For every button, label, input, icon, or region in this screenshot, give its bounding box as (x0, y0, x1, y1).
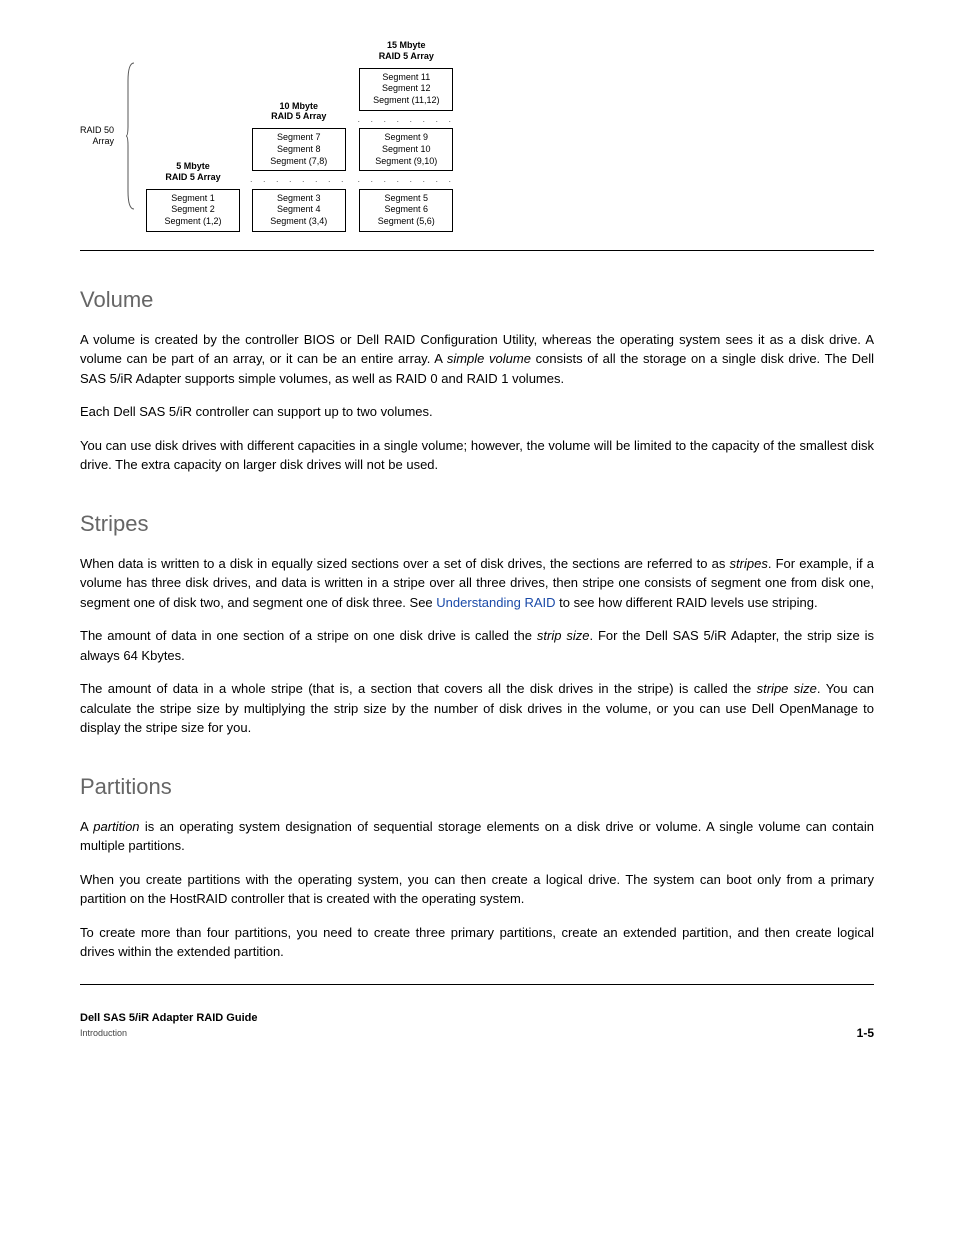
stripes-p2: The amount of data in one section of a s… (80, 626, 874, 665)
c3b1l3: Segment (11,12) (373, 95, 439, 105)
col3-box3: Segment 5 Segment 6 Segment (5,6) (359, 189, 453, 232)
col2-dots: . . . . . . . . (250, 173, 348, 187)
col2-header: 10 Mbyte RAID 5 Array (271, 101, 326, 123)
heading-volume: Volume (80, 283, 874, 316)
figure-col-3: 15 Mbyte RAID 5 Array Segment 11 Segment… (358, 40, 456, 232)
figure-col-2: 10 Mbyte RAID 5 Array Segment 7 Segment … (250, 101, 348, 232)
col2-header-l1: 10 Mbyte (280, 101, 319, 111)
stripes-p2b: strip size (537, 628, 590, 643)
volume-p2: Each Dell SAS 5/iR controller can suppor… (80, 402, 874, 422)
c2b1l3: Segment (7,8) (270, 156, 327, 166)
raid50-figure: RAID 50 Array 5 Mbyte RAID 5 Array Segme… (80, 40, 874, 232)
partitions-p2: When you create partitions with the oper… (80, 870, 874, 909)
partitions-p1: A partition is an operating system desig… (80, 817, 874, 856)
figure-col-1: 5 Mbyte RAID 5 Array Segment 1 Segment 2… (146, 161, 240, 232)
col1-box1: Segment 1 Segment 2 Segment (1,2) (146, 189, 240, 232)
c2b2l2: Segment 4 (277, 204, 321, 214)
c3b3l1: Segment 5 (385, 193, 429, 203)
understanding-raid-link[interactable]: Understanding RAID (436, 595, 555, 610)
side-label-line1: RAID 50 (80, 125, 114, 135)
c1b1l2: Segment 2 (171, 204, 215, 214)
col3-header: 15 Mbyte RAID 5 Array (379, 40, 434, 62)
c3b2l1: Segment 9 (385, 132, 429, 142)
c3b2l3: Segment (9,10) (375, 156, 437, 166)
col2-header-l2: RAID 5 Array (271, 111, 326, 121)
col1-header-l2: RAID 5 Array (165, 172, 220, 182)
col3-dots1: . . . . . . . . (358, 113, 456, 127)
volume-p1b: simple volume (447, 351, 531, 366)
col3-dots2: . . . . . . . . (358, 173, 456, 187)
col3-box2: Segment 9 Segment 10 Segment (9,10) (359, 128, 453, 171)
footer-left: Dell SAS 5/iR Adapter RAID Guide Introdu… (80, 1011, 257, 1042)
c2b1l2: Segment 8 (277, 144, 321, 154)
c1b1l1: Segment 1 (171, 193, 215, 203)
col3-box1: Segment 11 Segment 12 Segment (11,12) (359, 68, 453, 111)
volume-p3: You can use disk drives with different c… (80, 436, 874, 475)
stripes-p2a: The amount of data in one section of a s… (80, 628, 537, 643)
stripes-p1: When data is written to a disk in equall… (80, 554, 874, 613)
stripes-p1a: When data is written to a disk in equall… (80, 556, 730, 571)
stripes-p3b: stripe size (757, 681, 817, 696)
c2b2l3: Segment (3,4) (270, 216, 327, 226)
c3b1l1: Segment 11 (382, 72, 430, 82)
separator-1 (80, 250, 874, 251)
col3-header-l1: 15 Mbyte (387, 40, 426, 50)
stripes-p3a: The amount of data in a whole stripe (th… (80, 681, 757, 696)
stripes-p3: The amount of data in a whole stripe (th… (80, 679, 874, 738)
c3b3l2: Segment 6 (385, 204, 429, 214)
partitions-p1a: A (80, 819, 93, 834)
col1-header: 5 Mbyte RAID 5 Array (165, 161, 220, 183)
brace-icon (126, 40, 136, 232)
partitions-p3: To create more than four partitions, you… (80, 923, 874, 962)
col2-box1: Segment 7 Segment 8 Segment (7,8) (252, 128, 346, 171)
c2b2l1: Segment 3 (277, 193, 321, 203)
stripes-p1b: stripes (730, 556, 768, 571)
col2-box2: Segment 3 Segment 4 Segment (3,4) (252, 189, 346, 232)
col1-header-l1: 5 Mbyte (176, 161, 210, 171)
footer-separator (80, 984, 874, 985)
c3b1l2: Segment 12 (382, 83, 431, 93)
stripes-p1d: to see how different RAID levels use str… (556, 595, 818, 610)
c3b3l3: Segment (5,6) (378, 216, 435, 226)
col3-header-l2: RAID 5 Array (379, 51, 434, 61)
figure-side-label: RAID 50 Array (80, 125, 114, 147)
left-brace-svg (126, 61, 136, 211)
heading-partitions: Partitions (80, 770, 874, 803)
footer-page-number: 1-5 (857, 1024, 874, 1042)
c2b1l1: Segment 7 (277, 132, 321, 142)
c3b2l2: Segment 10 (382, 144, 431, 154)
footer-chapter: Introduction (80, 1028, 127, 1038)
side-label-line2: Array (93, 136, 115, 146)
footer-doc-title: Dell SAS 5/iR Adapter RAID Guide (80, 1012, 257, 1024)
partitions-p1c: is an operating system designation of se… (80, 819, 874, 854)
volume-p1: A volume is created by the controller BI… (80, 330, 874, 389)
c1b1l3: Segment (1,2) (165, 216, 222, 226)
heading-stripes: Stripes (80, 507, 874, 540)
page-footer: Dell SAS 5/iR Adapter RAID Guide Introdu… (80, 1011, 874, 1042)
partitions-p1b: partition (93, 819, 139, 834)
